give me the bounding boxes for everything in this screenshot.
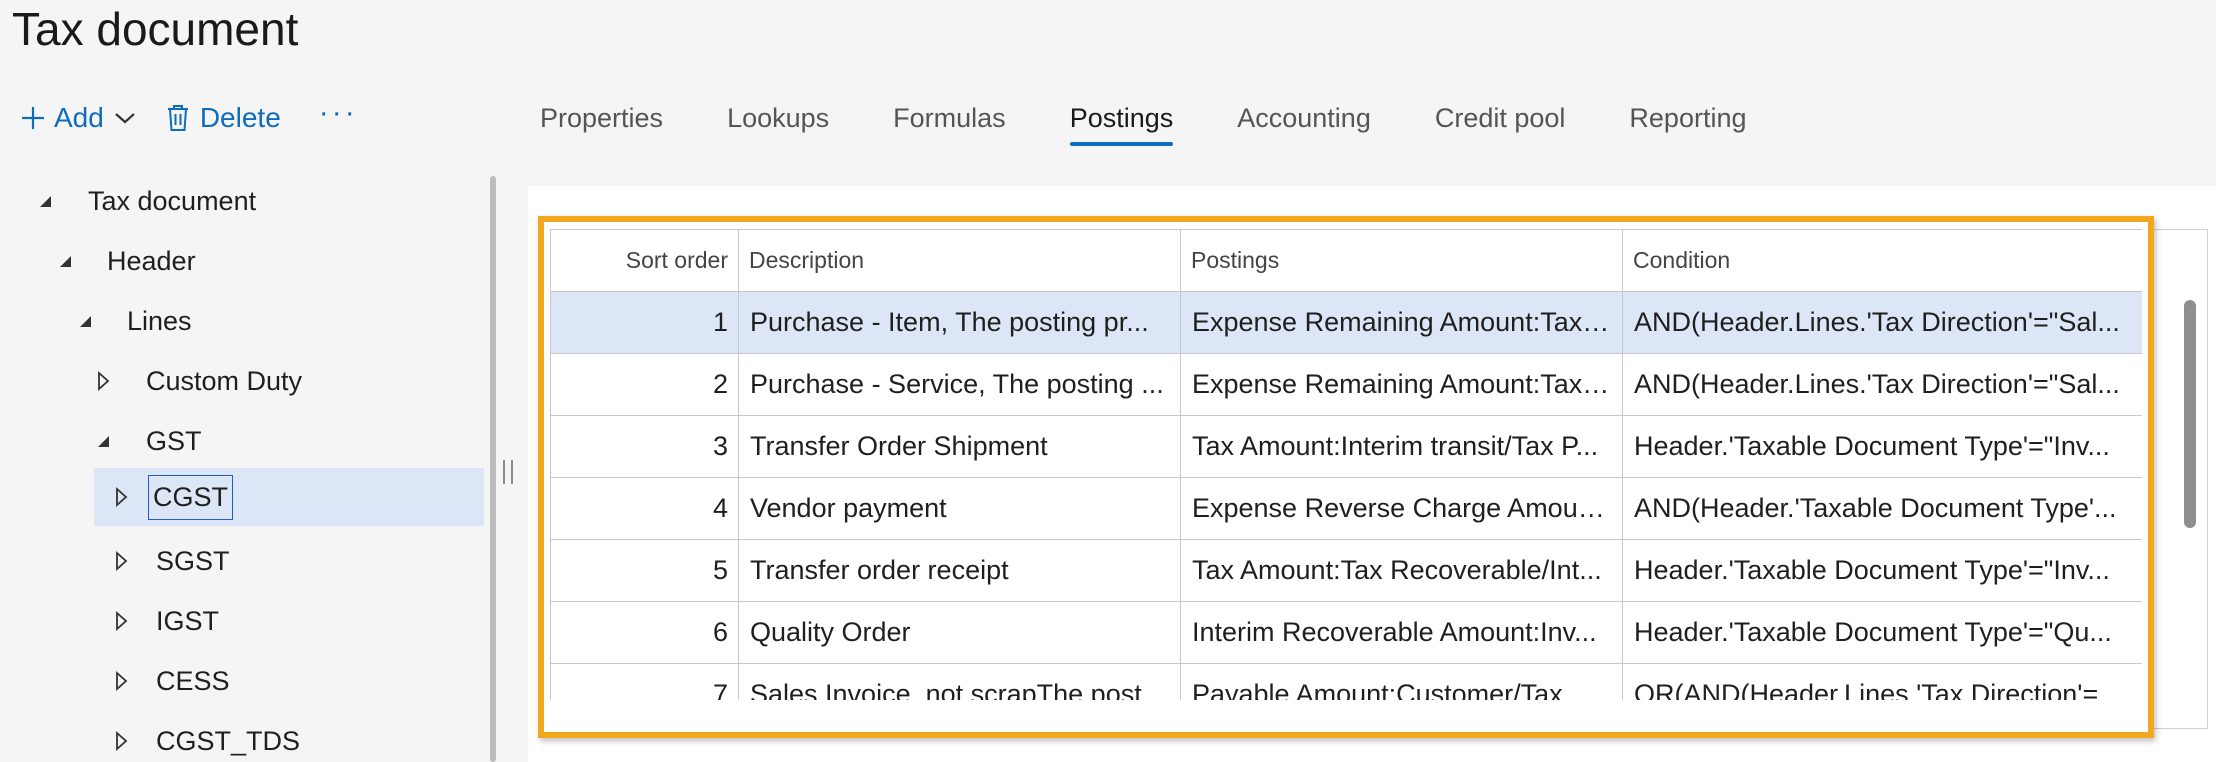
cell-condition[interactable]: Header.'Taxable Document Type'="Inv... xyxy=(1622,539,2142,602)
cell-condition[interactable]: AND(Header.Lines.'Tax Direction'="Sal... xyxy=(1622,291,2142,354)
cell-condition[interactable]: OR(AND(Header.Lines.'Tax Direction'=... xyxy=(1622,663,2142,700)
postings-grid: Sort order Description Postings Conditio… xyxy=(550,229,2142,700)
expanded-triangle-icon[interactable] xyxy=(70,313,100,329)
cell-description[interactable]: Quality Order xyxy=(738,601,1181,664)
cell-postings[interactable]: Tax Amount:Tax Recoverable/Int... xyxy=(1180,539,1623,602)
table-row[interactable]: 6 Quality Order Interim Recoverable Amou… xyxy=(550,601,2142,664)
tree-node-cess[interactable]: CESS xyxy=(106,652,230,710)
trash-icon xyxy=(166,104,190,132)
column-header-description[interactable]: Description xyxy=(738,229,1181,292)
action-toolbar: Add Delete ··· xyxy=(20,96,358,140)
tab-credit-pool[interactable]: Credit pool xyxy=(1435,96,1566,140)
cell-sort-order[interactable]: 6 xyxy=(550,601,739,664)
tree-node-label: IGST xyxy=(156,605,220,636)
tree-node-cgst[interactable]: CGST xyxy=(94,468,484,526)
tree-node-label: CESS xyxy=(156,665,230,696)
table-row[interactable]: 2 Purchase - Service, The posting ... Ex… xyxy=(550,353,2142,416)
grid-vertical-scrollbar[interactable] xyxy=(2184,300,2196,528)
collapsed-triangle-icon[interactable] xyxy=(106,611,136,631)
tree-node-sgst[interactable]: SGST xyxy=(106,532,230,590)
expanded-triangle-icon[interactable] xyxy=(50,253,80,269)
add-button[interactable]: Add xyxy=(20,102,136,134)
column-header-sort-order[interactable]: Sort order xyxy=(550,229,739,292)
cell-condition[interactable]: Header.'Taxable Document Type'="Inv... xyxy=(1622,415,2142,478)
cell-description[interactable]: Purchase - Item, The posting pr... xyxy=(738,291,1181,354)
plus-icon xyxy=(20,105,46,131)
tab-postings[interactable]: Postings xyxy=(1069,96,1173,146)
cell-postings[interactable]: Tax Amount:Interim transit/Tax P... xyxy=(1180,415,1623,478)
tree-node-gst[interactable]: GST xyxy=(88,412,202,470)
cell-sort-order[interactable]: 2 xyxy=(550,353,739,416)
expanded-triangle-icon[interactable] xyxy=(88,433,118,449)
cell-description[interactable]: Sales Invoice, not scrapThe post... xyxy=(738,663,1181,700)
grid-header-row: Sort order Description Postings Conditio… xyxy=(550,229,2142,292)
tree-node-lines[interactable]: Lines xyxy=(70,292,192,350)
cell-postings[interactable]: Expense Remaining Amount:Tax ... xyxy=(1180,353,1623,416)
tree-node-header[interactable]: Header xyxy=(50,232,196,290)
tree-node-igst[interactable]: IGST xyxy=(106,592,219,650)
tree-node-tax-document[interactable]: Tax document xyxy=(30,172,256,230)
delete-button[interactable]: Delete xyxy=(166,102,281,134)
tree-scrollbar[interactable] xyxy=(490,176,496,762)
cell-description[interactable]: Transfer Order Shipment xyxy=(738,415,1181,478)
tab-formulas[interactable]: Formulas xyxy=(893,96,1006,140)
cell-postings[interactable]: Payable Amount:Customer/Tax ... xyxy=(1180,663,1623,700)
cell-postings[interactable]: Expense Reverse Charge Amoun... xyxy=(1180,477,1623,540)
page-title: Tax document xyxy=(12,3,299,55)
cell-description[interactable]: Transfer order receipt xyxy=(738,539,1181,602)
collapsed-triangle-icon[interactable] xyxy=(106,671,136,691)
expanded-triangle-icon[interactable] xyxy=(30,193,60,209)
tab-reporting[interactable]: Reporting xyxy=(1629,96,1746,140)
tab-properties[interactable]: Properties xyxy=(540,96,663,140)
tree-node-label: Header xyxy=(107,245,196,276)
tab-accounting[interactable]: Accounting xyxy=(1237,96,1371,140)
tree-node-custom-duty[interactable]: Custom Duty xyxy=(88,352,302,410)
cell-condition[interactable]: AND(Header.'Taxable Document Type'... xyxy=(1622,477,2142,540)
tree-node-label: Custom Duty xyxy=(146,365,303,396)
table-row[interactable]: 5 Transfer order receipt Tax Amount:Tax … xyxy=(550,539,2142,602)
cell-sort-order[interactable]: 3 xyxy=(550,415,739,478)
cell-description[interactable]: Purchase - Service, The posting ... xyxy=(738,353,1181,416)
cell-sort-order[interactable]: 1 xyxy=(550,291,739,354)
cell-sort-order[interactable]: 7 xyxy=(550,663,739,700)
panel-splitter-handle[interactable] xyxy=(503,460,513,484)
collapsed-triangle-icon[interactable] xyxy=(106,551,136,571)
cell-postings[interactable]: Expense Remaining Amount:Tax ... xyxy=(1180,291,1623,354)
tab-lookups[interactable]: Lookups xyxy=(727,96,829,140)
add-label: Add xyxy=(54,102,104,133)
column-header-postings[interactable]: Postings xyxy=(1180,229,1623,292)
tree-node-label: GST xyxy=(146,425,202,456)
delete-label: Delete xyxy=(199,102,281,133)
table-row[interactable]: 1 Purchase - Item, The posting pr... Exp… xyxy=(550,291,2142,354)
tree-node-label: Tax document xyxy=(88,185,257,216)
chevron-down-icon[interactable] xyxy=(114,111,136,125)
cell-sort-order[interactable]: 4 xyxy=(550,477,739,540)
tree-panel: Tax document Header Lines Custom Duty GS… xyxy=(0,172,500,762)
cell-description[interactable]: Vendor payment xyxy=(738,477,1181,540)
tree-node-label: CGST_TDS xyxy=(156,725,301,756)
table-row[interactable]: 4 Vendor payment Expense Reverse Charge … xyxy=(550,477,2142,540)
column-header-condition[interactable]: Condition xyxy=(1622,229,2142,292)
collapsed-triangle-icon[interactable] xyxy=(106,731,136,751)
more-options-button[interactable]: ··· xyxy=(319,98,358,138)
cell-condition[interactable]: AND(Header.Lines.'Tax Direction'="Sal... xyxy=(1622,353,2142,416)
tab-bar: Properties Lookups Formulas Postings Acc… xyxy=(540,96,1811,150)
cell-sort-order[interactable]: 5 xyxy=(550,539,739,602)
cell-condition[interactable]: Header.'Taxable Document Type'="Qu... xyxy=(1622,601,2142,664)
tree-node-label: Lines xyxy=(127,305,192,336)
tree-node-label: CGST xyxy=(148,474,234,520)
collapsed-triangle-icon[interactable] xyxy=(106,487,136,507)
collapsed-triangle-icon[interactable] xyxy=(88,371,118,391)
table-row[interactable]: 7 Sales Invoice, not scrapThe post... Pa… xyxy=(550,663,2142,700)
tree-node-label: SGST xyxy=(156,545,230,576)
tree-node-cgst-tds[interactable]: CGST_TDS xyxy=(106,712,300,762)
table-row[interactable]: 3 Transfer Order Shipment Tax Amount:Int… xyxy=(550,415,2142,478)
cell-postings[interactable]: Interim Recoverable Amount:Inv... xyxy=(1180,601,1623,664)
